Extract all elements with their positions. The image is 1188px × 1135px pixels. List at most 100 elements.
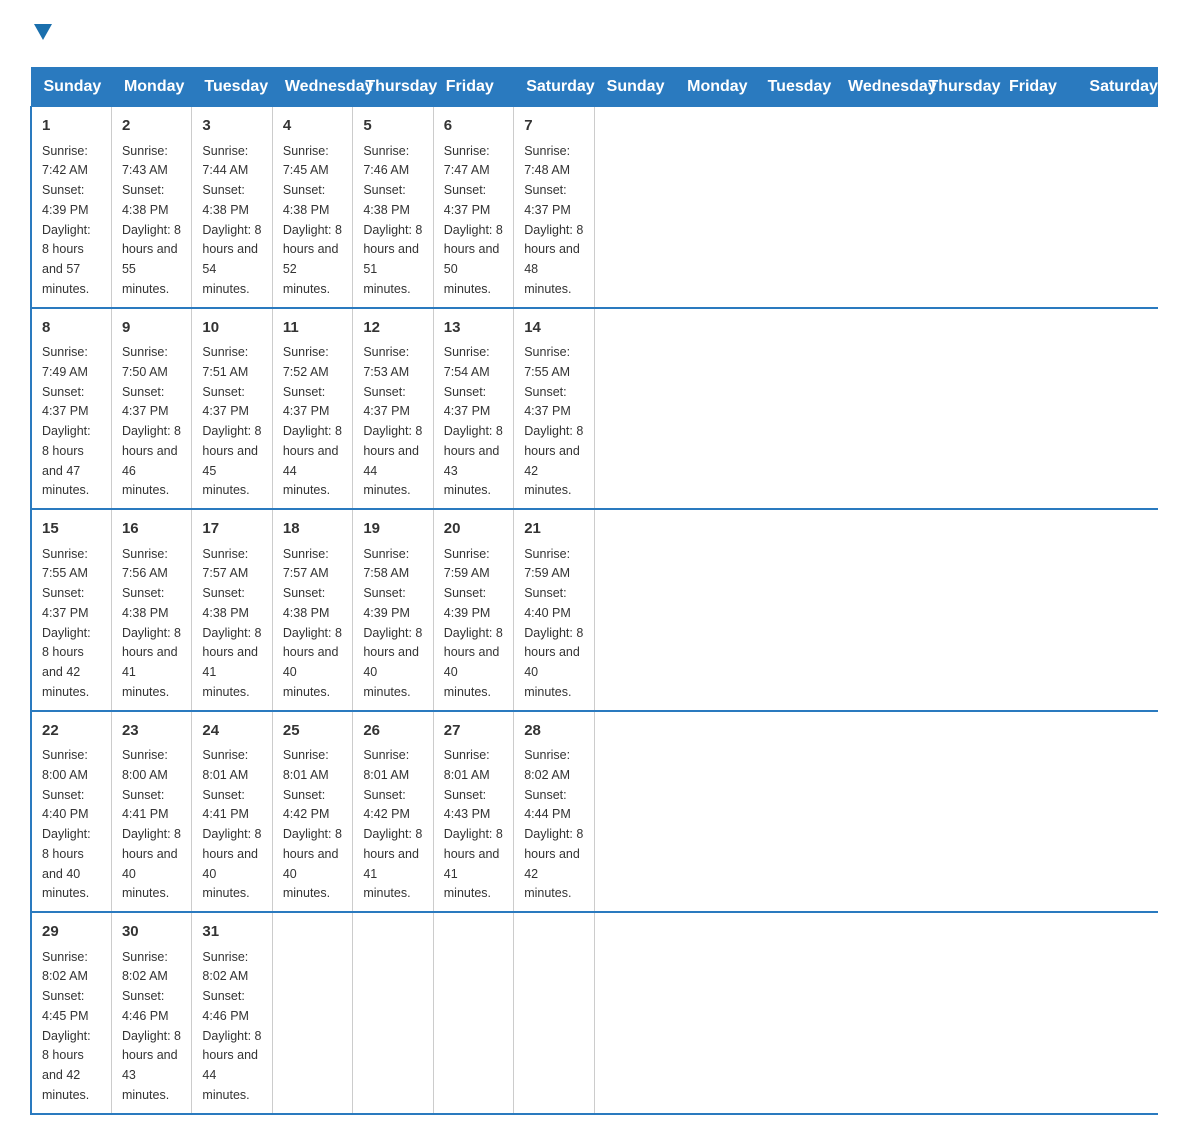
sunrise-info: Sunrise: 8:01 AM	[283, 748, 329, 782]
calendar-cell: 25 Sunrise: 8:01 AM Sunset: 4:42 PM Dayl…	[272, 711, 352, 913]
day-number: 29	[42, 921, 101, 944]
sunset-info: Sunset: 4:37 PM	[363, 385, 410, 419]
daylight-info: Daylight: 8 hours and 52 minutes.	[283, 223, 342, 296]
calendar-cell: 10 Sunrise: 7:51 AM Sunset: 4:37 PM Dayl…	[192, 308, 272, 510]
sunset-info: Sunset: 4:38 PM	[283, 183, 330, 217]
day-header-thursday: Thursday	[353, 68, 433, 107]
day-number: 30	[122, 921, 181, 944]
sunset-info: Sunset: 4:38 PM	[363, 183, 410, 217]
sunset-info: Sunset: 4:37 PM	[42, 586, 89, 620]
sunrise-info: Sunrise: 7:55 AM	[42, 547, 88, 581]
sunset-info: Sunset: 4:37 PM	[42, 385, 89, 419]
daylight-info: Daylight: 8 hours and 41 minutes.	[122, 626, 181, 699]
sunset-info: Sunset: 4:37 PM	[444, 183, 491, 217]
sunrise-info: Sunrise: 7:45 AM	[283, 144, 329, 178]
sunset-info: Sunset: 4:42 PM	[283, 788, 330, 822]
day-number: 13	[444, 317, 503, 340]
daylight-info: Daylight: 8 hours and 40 minutes.	[42, 827, 91, 900]
calendar-cell: 8 Sunrise: 7:49 AM Sunset: 4:37 PM Dayli…	[31, 308, 111, 510]
daylight-info: Daylight: 8 hours and 40 minutes.	[202, 827, 261, 900]
daylight-info: Daylight: 8 hours and 48 minutes.	[524, 223, 583, 296]
daylight-info: Daylight: 8 hours and 51 minutes.	[363, 223, 422, 296]
day-number: 31	[202, 921, 261, 944]
calendar-cell: 29 Sunrise: 8:02 AM Sunset: 4:45 PM Dayl…	[31, 912, 111, 1114]
sunrise-info: Sunrise: 7:51 AM	[202, 345, 248, 379]
sunrise-info: Sunrise: 8:02 AM	[524, 748, 570, 782]
calendar-cell: 6 Sunrise: 7:47 AM Sunset: 4:37 PM Dayli…	[433, 107, 513, 308]
sunset-info: Sunset: 4:41 PM	[202, 788, 249, 822]
day-number: 27	[444, 720, 503, 743]
sunrise-info: Sunrise: 7:59 AM	[444, 547, 490, 581]
day-header-tuesday: Tuesday	[755, 68, 835, 107]
sunrise-info: Sunrise: 7:54 AM	[444, 345, 490, 379]
sunrise-info: Sunrise: 7:49 AM	[42, 345, 88, 379]
calendar-cell: 3 Sunrise: 7:44 AM Sunset: 4:38 PM Dayli…	[192, 107, 272, 308]
daylight-info: Daylight: 8 hours and 42 minutes.	[42, 626, 91, 699]
day-number: 5	[363, 115, 422, 138]
sunrise-info: Sunrise: 7:59 AM	[524, 547, 570, 581]
sunset-info: Sunset: 4:44 PM	[524, 788, 571, 822]
day-number: 10	[202, 317, 261, 340]
sunset-info: Sunset: 4:37 PM	[202, 385, 249, 419]
calendar-cell: 14 Sunrise: 7:55 AM Sunset: 4:37 PM Dayl…	[514, 308, 594, 510]
daylight-info: Daylight: 8 hours and 55 minutes.	[122, 223, 181, 296]
day-number: 12	[363, 317, 422, 340]
sunrise-info: Sunrise: 7:52 AM	[283, 345, 329, 379]
calendar-cell: 26 Sunrise: 8:01 AM Sunset: 4:42 PM Dayl…	[353, 711, 433, 913]
daylight-info: Daylight: 8 hours and 57 minutes.	[42, 223, 91, 296]
sunrise-info: Sunrise: 7:43 AM	[122, 144, 168, 178]
sunset-info: Sunset: 4:40 PM	[42, 788, 89, 822]
sunrise-info: Sunrise: 7:44 AM	[202, 144, 248, 178]
day-header-sunday: Sunday	[594, 68, 674, 107]
sunset-info: Sunset: 4:39 PM	[363, 586, 410, 620]
calendar-cell: 18 Sunrise: 7:57 AM Sunset: 4:38 PM Dayl…	[272, 509, 352, 711]
calendar-cell: 4 Sunrise: 7:45 AM Sunset: 4:38 PM Dayli…	[272, 107, 352, 308]
sunset-info: Sunset: 4:46 PM	[202, 989, 249, 1023]
sunset-info: Sunset: 4:39 PM	[444, 586, 491, 620]
calendar-cell: 19 Sunrise: 7:58 AM Sunset: 4:39 PM Dayl…	[353, 509, 433, 711]
day-header-saturday: Saturday	[514, 68, 594, 107]
daylight-info: Daylight: 8 hours and 40 minutes.	[524, 626, 583, 699]
calendar-cell: 12 Sunrise: 7:53 AM Sunset: 4:37 PM Dayl…	[353, 308, 433, 510]
day-header-monday: Monday	[675, 68, 755, 107]
day-header-saturday: Saturday	[1077, 68, 1158, 107]
calendar-week-row: 15 Sunrise: 7:55 AM Sunset: 4:37 PM Dayl…	[31, 509, 1158, 711]
day-number: 9	[122, 317, 181, 340]
day-header-thursday: Thursday	[916, 68, 996, 107]
daylight-info: Daylight: 8 hours and 43 minutes.	[122, 1029, 181, 1102]
daylight-info: Daylight: 8 hours and 45 minutes.	[202, 424, 261, 497]
sunrise-info: Sunrise: 8:00 AM	[122, 748, 168, 782]
day-header-friday: Friday	[433, 68, 513, 107]
sunset-info: Sunset: 4:37 PM	[444, 385, 491, 419]
calendar-cell: 13 Sunrise: 7:54 AM Sunset: 4:37 PM Dayl…	[433, 308, 513, 510]
day-header-friday: Friday	[996, 68, 1076, 107]
day-number: 6	[444, 115, 503, 138]
sunrise-info: Sunrise: 8:01 AM	[363, 748, 409, 782]
daylight-info: Daylight: 8 hours and 54 minutes.	[202, 223, 261, 296]
sunrise-info: Sunrise: 7:58 AM	[363, 547, 409, 581]
sunset-info: Sunset: 4:45 PM	[42, 989, 89, 1023]
day-number: 14	[524, 317, 583, 340]
day-number: 4	[283, 115, 342, 138]
sunset-info: Sunset: 4:38 PM	[202, 586, 249, 620]
calendar-cell: 31 Sunrise: 8:02 AM Sunset: 4:46 PM Dayl…	[192, 912, 272, 1114]
calendar-cell: 28 Sunrise: 8:02 AM Sunset: 4:44 PM Dayl…	[514, 711, 594, 913]
sunset-info: Sunset: 4:42 PM	[363, 788, 410, 822]
day-number: 8	[42, 317, 101, 340]
sunrise-info: Sunrise: 8:02 AM	[122, 950, 168, 984]
sunset-info: Sunset: 4:43 PM	[444, 788, 491, 822]
sunset-info: Sunset: 4:41 PM	[122, 788, 169, 822]
daylight-info: Daylight: 8 hours and 40 minutes.	[363, 626, 422, 699]
day-header-tuesday: Tuesday	[192, 68, 272, 107]
calendar-cell: 16 Sunrise: 7:56 AM Sunset: 4:38 PM Dayl…	[111, 509, 191, 711]
logo-arrow-icon	[32, 20, 54, 42]
day-number: 28	[524, 720, 583, 743]
daylight-info: Daylight: 8 hours and 47 minutes.	[42, 424, 91, 497]
day-header-wednesday: Wednesday	[836, 68, 916, 107]
daylight-info: Daylight: 8 hours and 46 minutes.	[122, 424, 181, 497]
sunset-info: Sunset: 4:38 PM	[122, 586, 169, 620]
sunset-info: Sunset: 4:40 PM	[524, 586, 571, 620]
calendar-week-row: 22 Sunrise: 8:00 AM Sunset: 4:40 PM Dayl…	[31, 711, 1158, 913]
calendar-week-row: 29 Sunrise: 8:02 AM Sunset: 4:45 PM Dayl…	[31, 912, 1158, 1114]
daylight-info: Daylight: 8 hours and 40 minutes.	[122, 827, 181, 900]
